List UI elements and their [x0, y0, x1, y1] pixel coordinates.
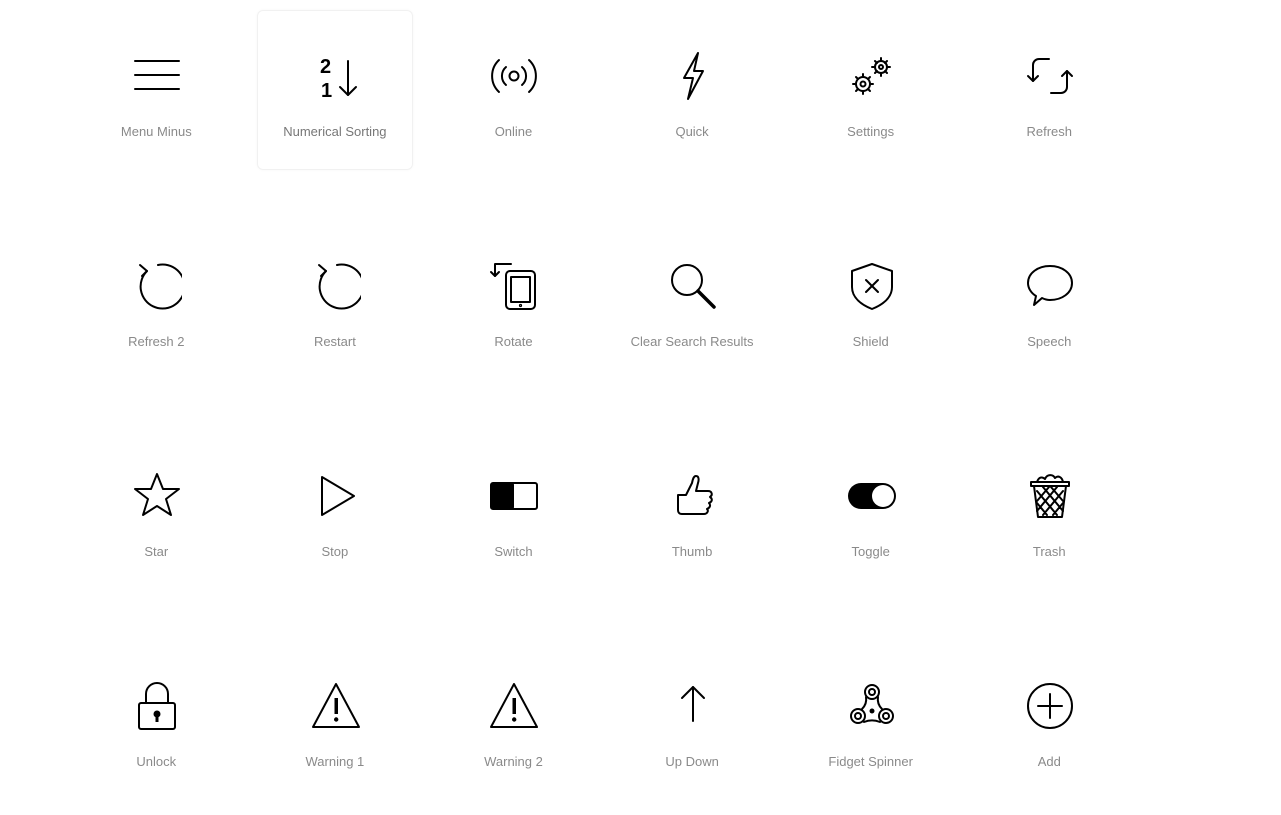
icon-tile-trash[interactable]: Trash: [971, 430, 1127, 590]
icon-label: Online: [494, 124, 533, 139]
icon-tile-shield[interactable]: Shield: [793, 220, 949, 380]
icon-label: Shield: [852, 334, 889, 349]
refresh-icon: [1025, 51, 1075, 101]
up-down-icon: [668, 681, 718, 731]
fidget-spinner-icon: [847, 681, 897, 731]
icon-label: Fidget Spinner: [828, 754, 913, 769]
online-icon: [489, 51, 539, 101]
icon-label: Switch: [494, 544, 533, 559]
icon-label: Add: [1037, 754, 1061, 769]
settings-icon: [847, 51, 897, 101]
warning-2-icon: [489, 681, 539, 731]
icon-tile-numerical-sorting[interactable]: 2 1 Numerical Sorting: [256, 10, 413, 170]
star-icon: [132, 471, 182, 521]
icon-tile-settings[interactable]: Settings: [793, 10, 949, 170]
thumb-icon: [668, 471, 718, 521]
icon-tile-star[interactable]: Star: [78, 430, 234, 590]
rotate-icon: [489, 261, 539, 311]
icon-label: Rotate: [494, 334, 533, 349]
icon-label: Speech: [1027, 334, 1072, 349]
icon-tile-warning-1[interactable]: Warning 1: [257, 640, 413, 800]
icon-label: Refresh 2: [128, 334, 185, 349]
icon-tile-thumb[interactable]: Thumb: [614, 430, 770, 590]
icon-label: Menu Minus: [120, 124, 192, 139]
icon-tile-speech[interactable]: Speech: [971, 220, 1127, 380]
menu-minus-icon: [132, 51, 182, 101]
icon-tile-switch[interactable]: Switch: [435, 430, 591, 590]
add-icon: [1025, 681, 1075, 731]
icon-tile-quick[interactable]: Quick: [614, 10, 770, 170]
stop-icon: [311, 471, 361, 521]
icon-label: Settings: [847, 124, 895, 139]
svg-text:2: 2: [320, 56, 331, 78]
icon-label: Toggle: [851, 544, 890, 559]
switch-icon: [489, 471, 539, 521]
icon-label: Unlock: [136, 754, 177, 769]
icon-label: Restart: [313, 334, 356, 349]
icon-label: Thumb: [671, 544, 713, 559]
trash-icon: [1025, 471, 1075, 521]
icon-label: Refresh: [1026, 124, 1073, 139]
icon-tile-toggle[interactable]: Toggle: [793, 430, 949, 590]
icon-label: Numerical Sorting: [283, 124, 387, 139]
icon-label: Stop: [321, 544, 349, 559]
warning-1-icon: [311, 681, 361, 731]
icon-tile-rotate[interactable]: Rotate: [435, 220, 591, 380]
icon-label: Trash: [1032, 544, 1066, 559]
icon-tile-stop[interactable]: Stop: [257, 430, 413, 590]
clear-search-results-icon: [668, 261, 718, 311]
icon-label: Up Down: [665, 754, 719, 769]
icon-label: Star: [144, 544, 169, 559]
icon-tile-refresh-2[interactable]: Refresh 2: [78, 220, 234, 380]
numerical-sorting-icon: 21: [311, 51, 361, 101]
shield-icon: [847, 261, 897, 311]
icon-label: Warning 2: [484, 754, 543, 769]
icon-label: Warning 1: [305, 754, 365, 769]
quick-icon: [668, 51, 718, 101]
icon-tile-restart[interactable]: Restart: [257, 220, 413, 380]
icon-tile-up-down[interactable]: Up Down: [614, 640, 770, 800]
toggle-icon: [847, 471, 897, 521]
icon-tile-add[interactable]: Add: [971, 640, 1127, 800]
icon-tile-unlock[interactable]: Unlock: [78, 640, 234, 800]
icon-grid: Menu Minus 2 1 Numerical Sorting Online Quick…: [67, 10, 1139, 800]
icon-tile-warning-2[interactable]: Warning 2: [435, 640, 591, 800]
unlock-icon: [132, 681, 182, 731]
icon-tile-refresh[interactable]: Refresh: [971, 10, 1127, 170]
icon-label: Clear Search Results: [630, 334, 754, 349]
icon-tile-menu-minus[interactable]: Menu Minus: [78, 10, 234, 170]
icon-tile-clear-search-results[interactable]: Clear Search Results: [614, 220, 770, 380]
icon-label: Quick: [675, 124, 709, 139]
restart-icon: [311, 261, 361, 311]
icon-tile-fidget-spinner[interactable]: Fidget Spinner: [793, 640, 949, 800]
speech-icon: [1025, 261, 1075, 311]
svg-text:1: 1: [321, 80, 332, 101]
icon-tile-online[interactable]: Online: [435, 10, 591, 170]
refresh-2-icon: [132, 261, 183, 311]
